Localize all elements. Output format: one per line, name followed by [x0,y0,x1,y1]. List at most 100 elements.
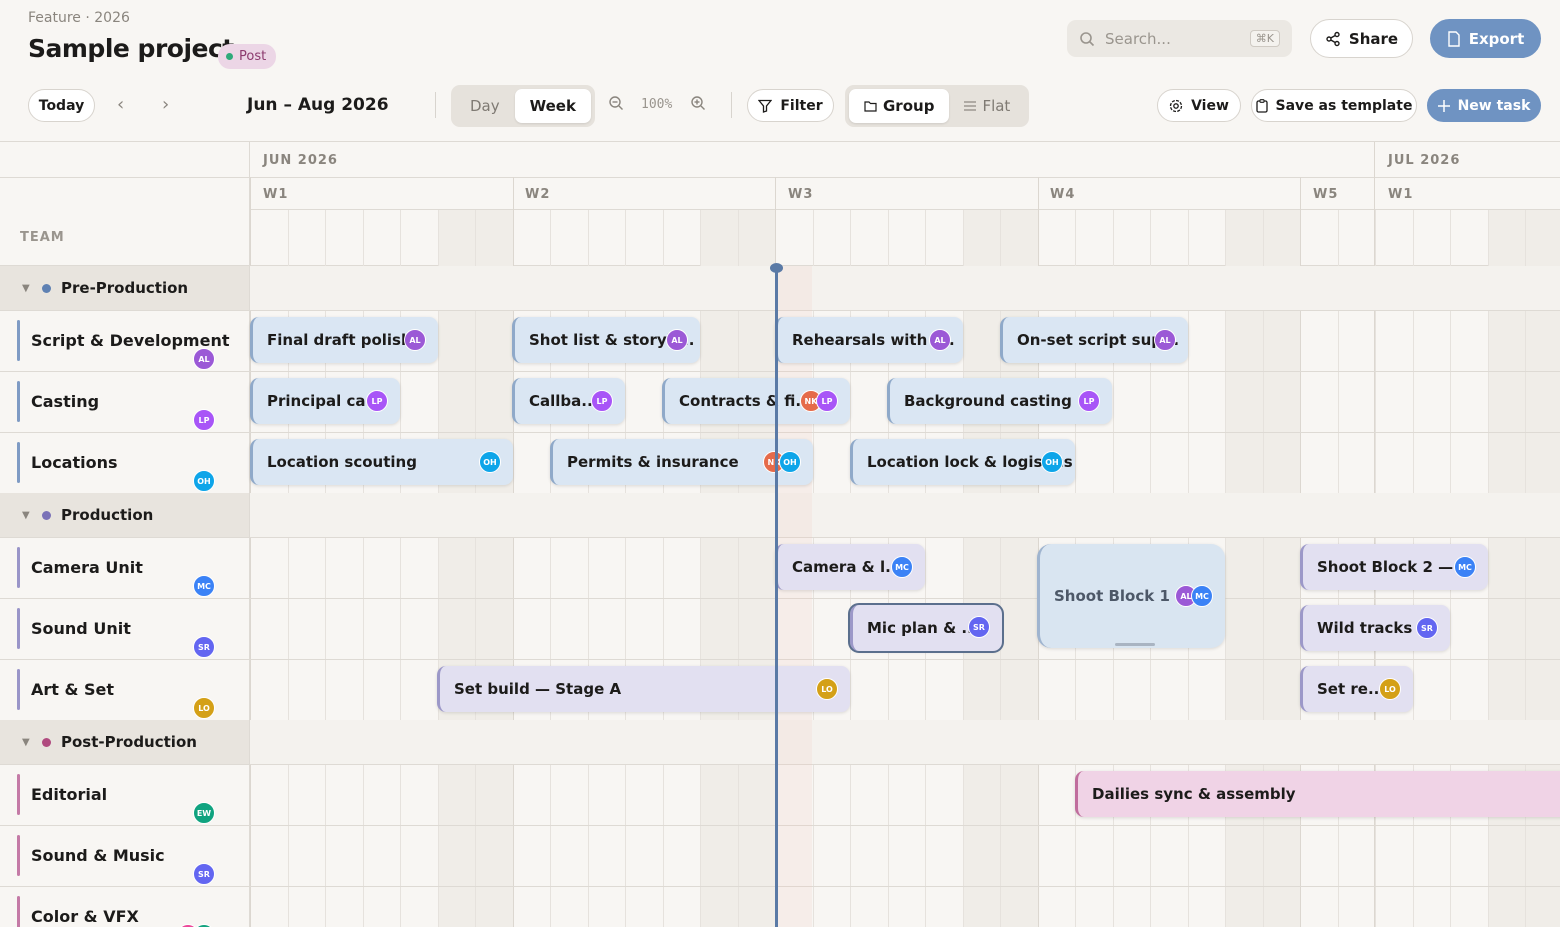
task-bar[interactable]: Shot list & storyb... AL [512,317,700,363]
group-mode-flat[interactable]: Flat [949,89,1025,123]
team-row-art-set[interactable]: Art & Set LO [0,659,249,720]
week-label: W5 [1313,187,1339,202]
avatar[interactable]: EW [193,802,215,824]
avatar[interactable]: LP [366,390,388,412]
view-mode-day[interactable]: Day [455,89,515,123]
avatar[interactable]: OH [779,451,801,473]
weekend-column [962,210,1000,927]
avatar[interactable]: LO [816,678,838,700]
team-row-color-vfx[interactable]: Color & VFXZDMB [0,886,249,927]
group-post-production[interactable]: ▼ Post-Production [0,720,249,764]
filter-button[interactable]: Filter [747,89,834,122]
resize-handle[interactable] [1115,643,1155,646]
avatar[interactable]: MC [1191,585,1213,607]
export-button[interactable]: Export [1430,19,1541,58]
grid-line [738,210,739,927]
avatar[interactable]: SR [193,636,215,658]
avatar[interactable]: OH [479,451,501,473]
avatar[interactable]: LP [1078,390,1100,412]
divider [0,141,1560,142]
task-bar[interactable]: Permits & insurance NK OH [550,439,813,485]
avatar[interactable]: AL [193,348,215,370]
task-bar[interactable]: Shoot Block 2 — ... MC [1300,544,1488,590]
team-row-editorial[interactable]: Editorial EW [0,764,249,825]
view-mode-week[interactable]: Week [514,89,591,123]
avatar[interactable]: LP [816,390,838,412]
view-mode-toggle: Day Week [451,85,595,127]
weekend-column [475,210,513,927]
task-bar[interactable]: Principal ca... LP [250,378,400,424]
task-label: Shoot Block 1 ... [1054,587,1193,605]
avatar[interactable]: SR [1416,617,1438,639]
save-template-button[interactable]: Save as template [1251,89,1417,122]
team-row-script-development[interactable]: Script & Development AL [0,310,249,371]
team-row-label: Color & VFX [31,907,139,926]
avatar[interactable]: OH [1041,451,1063,473]
divider [0,177,1560,178]
next-arrow-icon[interactable]: › [162,94,169,115]
task-bar-selected[interactable]: Mic plan & ... SR [848,603,1004,653]
caret-down-icon[interactable]: ▼ [22,737,32,748]
task-avatars: OH [1041,451,1063,473]
view-button[interactable]: View [1157,89,1241,122]
new-task-button[interactable]: New task [1427,89,1541,122]
avatar[interactable]: AL [929,329,951,351]
avatar[interactable]: AL [404,329,426,351]
group-production[interactable]: ▼ Production [0,493,249,537]
avatar[interactable]: SR [193,863,215,885]
filter-icon [758,99,773,113]
avatar[interactable]: SR [968,616,990,638]
avatar[interactable]: LP [193,409,215,431]
caret-down-icon[interactable]: ▼ [22,510,32,521]
group-pre-production[interactable]: ▼ Pre-Production [0,266,249,310]
status-badge: Post [218,44,277,69]
avatar[interactable]: LO [1379,678,1401,700]
task-bar[interactable]: Background casting LP [887,378,1112,424]
task-bar-dragging[interactable]: Shoot Block 1 ... AL MC [1037,544,1225,648]
team-row-camera-unit[interactable]: Camera Unit MC [0,537,249,598]
avatar[interactable]: MC [891,556,913,578]
zoom-out-icon[interactable] [608,95,624,115]
team-row-sound-music[interactable]: Sound & Music SR [0,825,249,886]
group-mode-group[interactable]: Group [849,89,950,123]
today-marker-handle[interactable] [770,263,783,273]
team-row-casting[interactable]: Casting LP [0,371,249,432]
task-bar[interactable]: Camera & l... MC [775,544,925,590]
breadcrumb[interactable]: Feature · 2026 [28,10,130,26]
task-bar[interactable]: Location scouting OH [250,439,513,485]
today-button[interactable]: Today [28,89,95,122]
avatar[interactable]: MC [193,575,215,597]
task-bar[interactable]: Dailies sync & assembly [1075,771,1560,817]
task-bar[interactable]: Final draft polish AL [250,317,438,363]
task-avatars: AL [404,329,426,351]
zoom-in-icon[interactable] [690,95,706,115]
task-bar[interactable]: Set build — Stage A LO [437,666,850,712]
file-icon [1447,30,1461,47]
share-button[interactable]: Share [1310,19,1413,58]
avatar[interactable]: AL [666,329,688,351]
task-bar[interactable]: Set re... LO [1300,666,1413,712]
task-bar[interactable]: Callba... LP [512,378,625,424]
task-label: Mic plan & ... [867,619,979,637]
zoom-level: 100% [641,97,673,112]
search-input[interactable]: Search... ⌘K [1067,20,1292,57]
task-bar[interactable]: Contracts & fi... NK LP [662,378,850,424]
task-bar[interactable]: On-set script sup... AL [1000,317,1188,363]
task-bar[interactable]: Rehearsals with l... AL [775,317,963,363]
weekend-column [1525,210,1560,927]
avatar[interactable]: AL [1154,329,1176,351]
task-avatars: SR [193,636,215,658]
avatar[interactable]: LO [193,697,215,719]
prev-arrow-icon[interactable]: ‹ [117,94,124,115]
team-row-locations[interactable]: Locations OH [0,432,249,493]
avatar[interactable]: MC [1454,556,1476,578]
task-avatars: AL [929,329,951,351]
filter-label: Filter [780,97,823,114]
team-row-sound-unit[interactable]: Sound Unit SR [0,598,249,659]
avatar[interactable]: OH [193,470,215,492]
task-bar[interactable]: Wild tracks ... SR [1300,605,1450,651]
new-task-label: New task [1457,97,1531,114]
task-bar[interactable]: Location lock & logistics OH [850,439,1075,485]
avatar[interactable]: LP [591,390,613,412]
caret-down-icon[interactable]: ▼ [22,283,32,294]
